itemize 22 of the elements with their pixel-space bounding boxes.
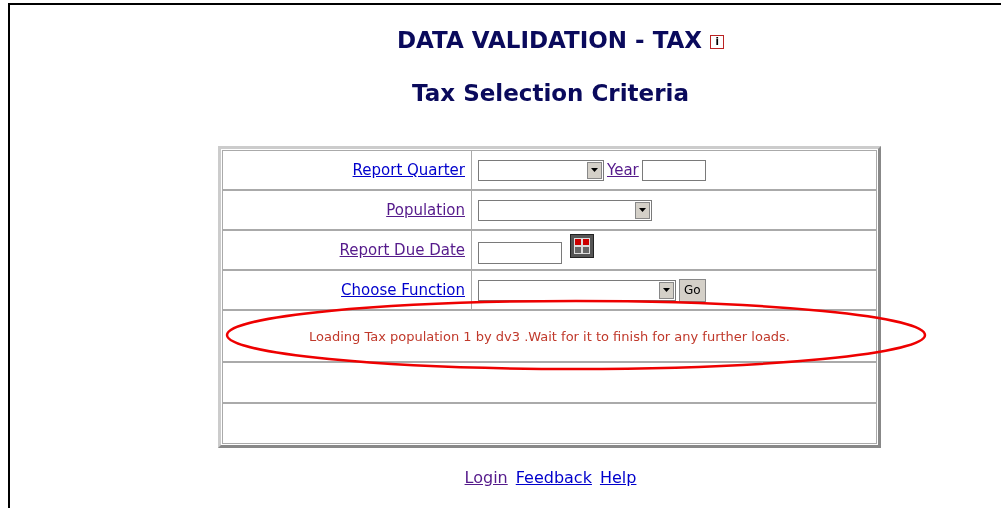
caret-icon [659,281,674,299]
footer-link[interactable]: Feedback [515,466,592,490]
field-label-link[interactable]: Choose Function [341,278,465,302]
dropdown[interactable] [478,279,676,301]
calendar-icon[interactable] [570,234,594,258]
caret-icon [587,161,602,179]
section-title: Tax Selection Criteria [412,78,689,108]
loading-message: Loading Tax population 1 by dv3 .Wait for it to finish for any further loads. [309,327,790,345]
go-button[interactable]: Go [679,278,706,302]
dropdown[interactable] [478,159,604,181]
info-icon[interactable]: i [710,34,725,49]
field-label-link[interactable]: Report Quarter [352,158,465,182]
dropdown[interactable] [478,199,652,221]
field-label-link[interactable]: Population [386,198,465,222]
year-input[interactable] [641,159,706,181]
caret-icon [635,201,650,219]
field-label-link[interactable]: Report Due Date [339,238,465,262]
footer-link[interactable]: Login [464,466,508,490]
date-input[interactable] [478,242,562,264]
footer-link[interactable]: Help [599,466,637,490]
year-link[interactable]: Year [607,158,639,182]
page-title: DATA VALIDATION - TAX [396,26,703,55]
